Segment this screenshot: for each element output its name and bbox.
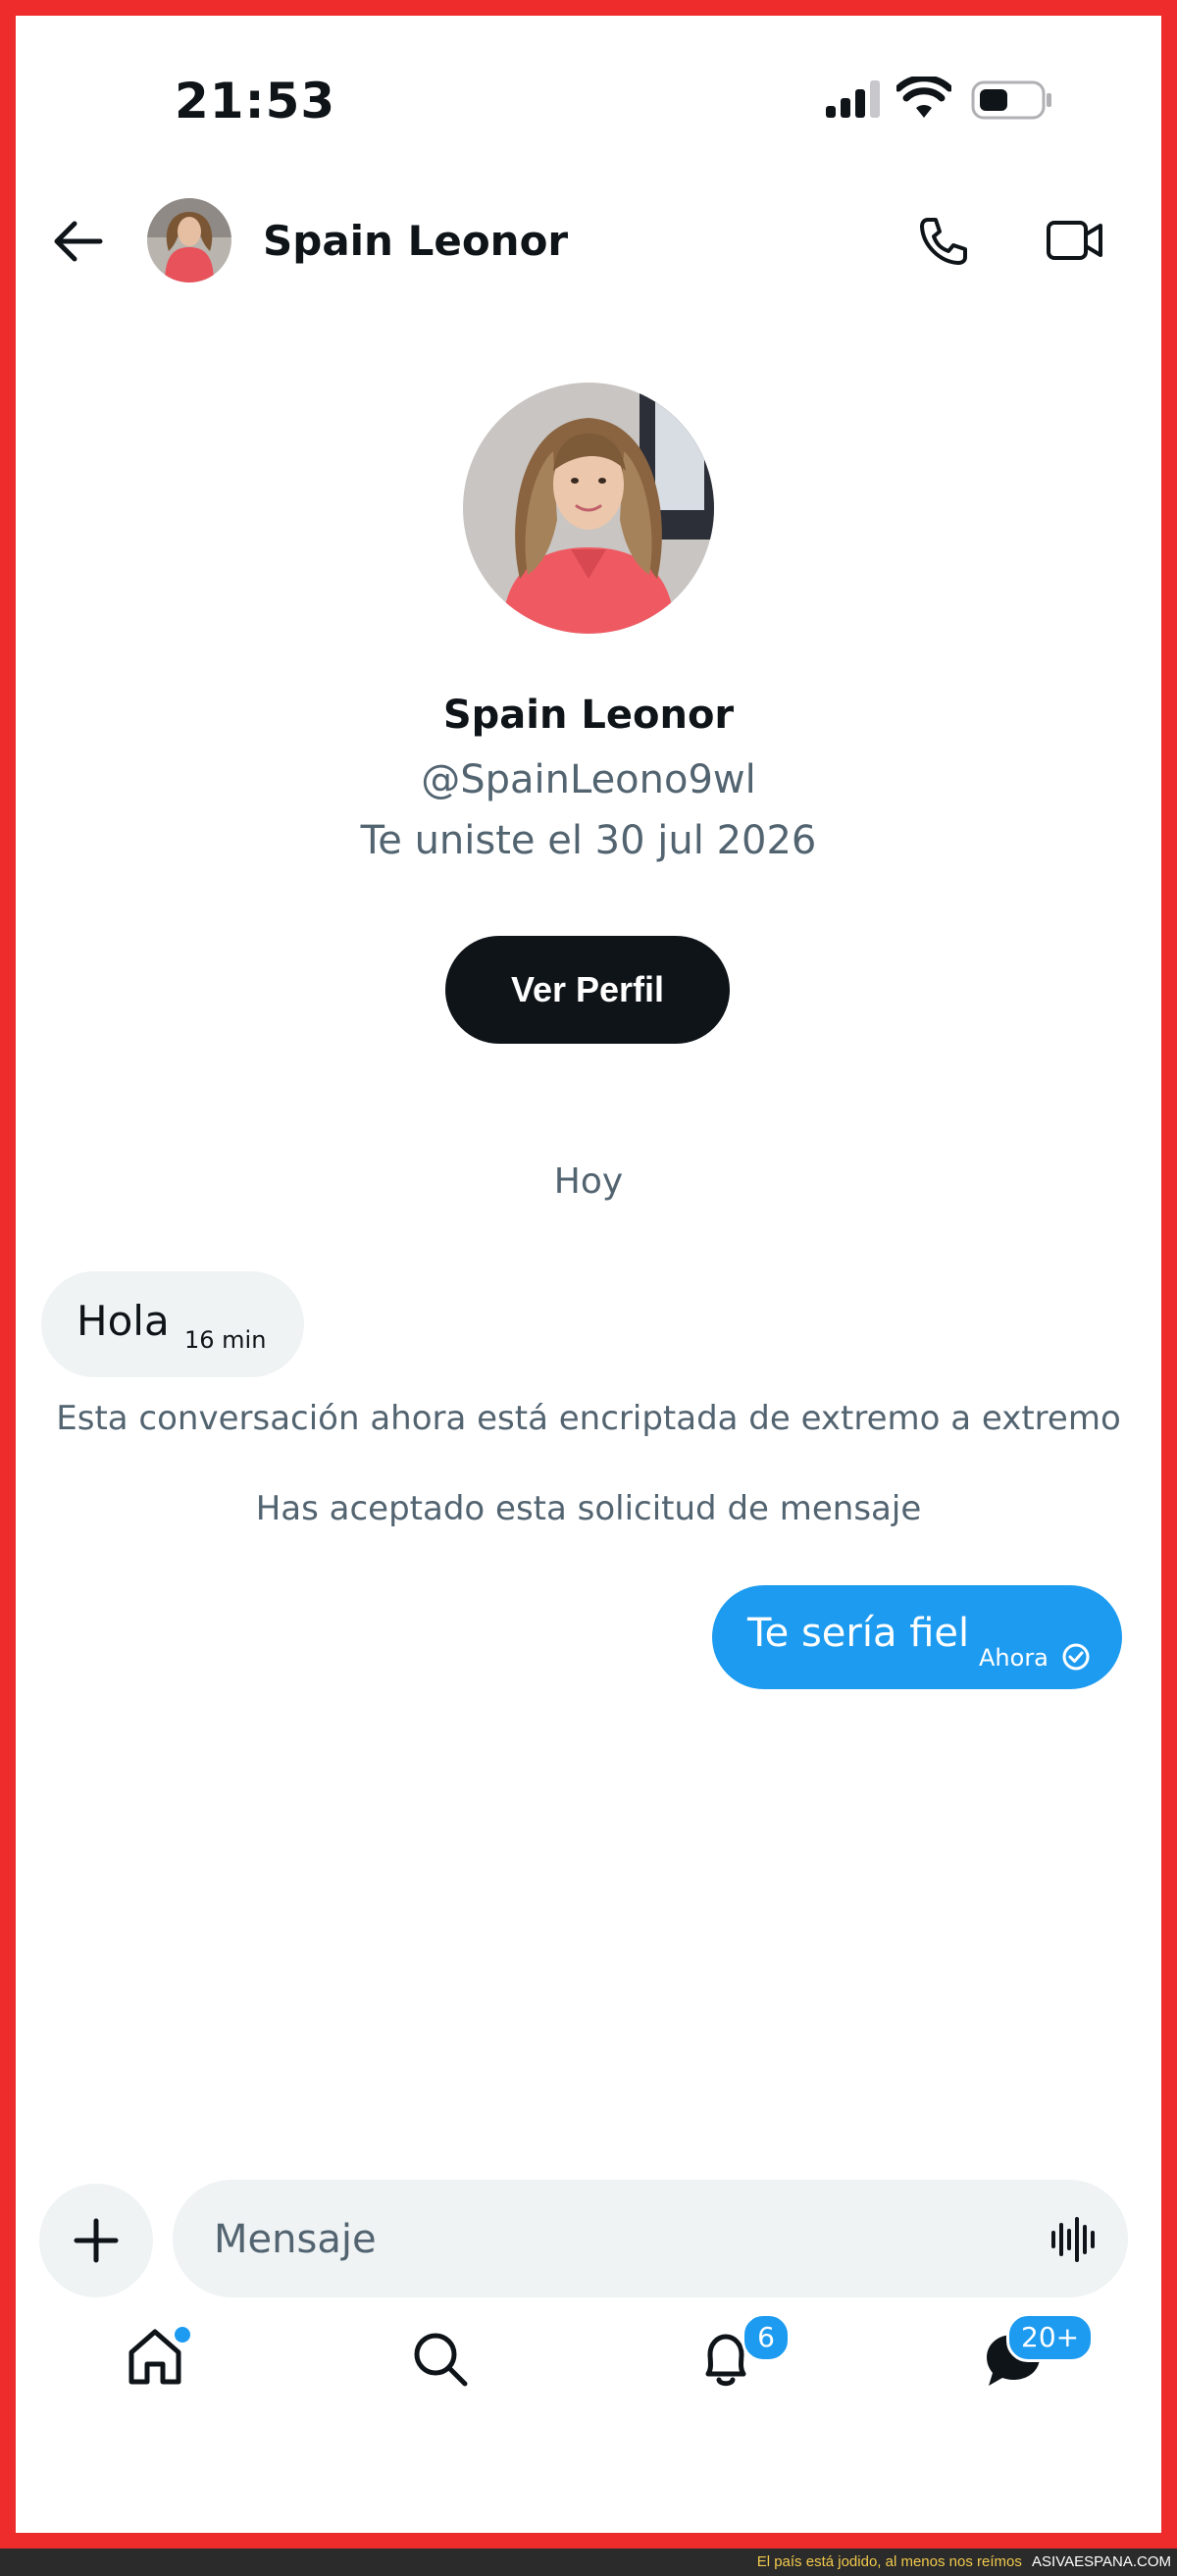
wifi-icon: [896, 77, 951, 118]
message-input[interactable]: [212, 2199, 1020, 2280]
phone-call-icon[interactable]: [918, 216, 969, 267]
profile-avatar[interactable]: [463, 383, 714, 634]
outgoing-message-bubble[interactable]: Te sería fiel Ahora: [712, 1585, 1122, 1689]
message-text: Hola: [77, 1297, 170, 1345]
watermark-site: ASIVAESPANA.COM: [1032, 2553, 1171, 2570]
date-separator: Hoy: [553, 1161, 624, 1202]
profile-handle: @SpainLeono9wl: [421, 757, 756, 802]
message-time: Ahora: [979, 1644, 1049, 1672]
notifications-badge: 6: [742, 2313, 791, 2362]
search-icon[interactable]: [412, 2331, 469, 2388]
header-avatar[interactable]: [147, 198, 231, 283]
view-profile-button[interactable]: Ver Perfil: [445, 936, 730, 1044]
red-frame: 21:53 Spain Leonor Spain Leonor @SpainLe…: [0, 0, 1177, 2549]
incoming-message-bubble[interactable]: Hola 16 min: [41, 1271, 304, 1377]
home-unread-dot: [175, 2327, 190, 2343]
signal-icon: [826, 80, 880, 118]
status-time: 21:53: [175, 73, 336, 129]
add-attachment-button[interactable]: [39, 2184, 153, 2297]
video-call-icon[interactable]: [1046, 218, 1104, 263]
battery-icon: [971, 80, 1051, 120]
watermark-caption: El país está jodido, al menos nos reímos: [756, 2553, 1022, 2570]
request-accepted-note: Has aceptado esta solicitud de mensaje: [255, 1489, 922, 1528]
avatar-photo: [147, 198, 231, 283]
messages-badge: 20+: [1006, 2313, 1095, 2362]
profile-name: Spain Leonor: [442, 693, 735, 738]
sent-check-icon: [1062, 1643, 1090, 1671]
back-arrow-icon[interactable]: [53, 220, 104, 263]
voice-message-icon[interactable]: [1049, 2215, 1099, 2264]
header-contact-name[interactable]: Spain Leonor: [263, 217, 568, 265]
profile-photo: [463, 383, 714, 634]
phone-screen: 21:53 Spain Leonor Spain Leonor @SpainLe…: [16, 16, 1161, 2533]
profile-joined-date: Te uniste el 30 jul 2026: [360, 818, 817, 863]
message-composer: [173, 2180, 1128, 2297]
encryption-note: Esta conversación ahora está encriptada …: [56, 1399, 1121, 1438]
message-text: Te sería fiel: [747, 1611, 970, 1656]
plus-icon: [74, 2218, 119, 2263]
watermark-bar: El país está jodido, al menos nos reímos…: [0, 2549, 1177, 2576]
message-time: 16 min: [184, 1326, 267, 1354]
